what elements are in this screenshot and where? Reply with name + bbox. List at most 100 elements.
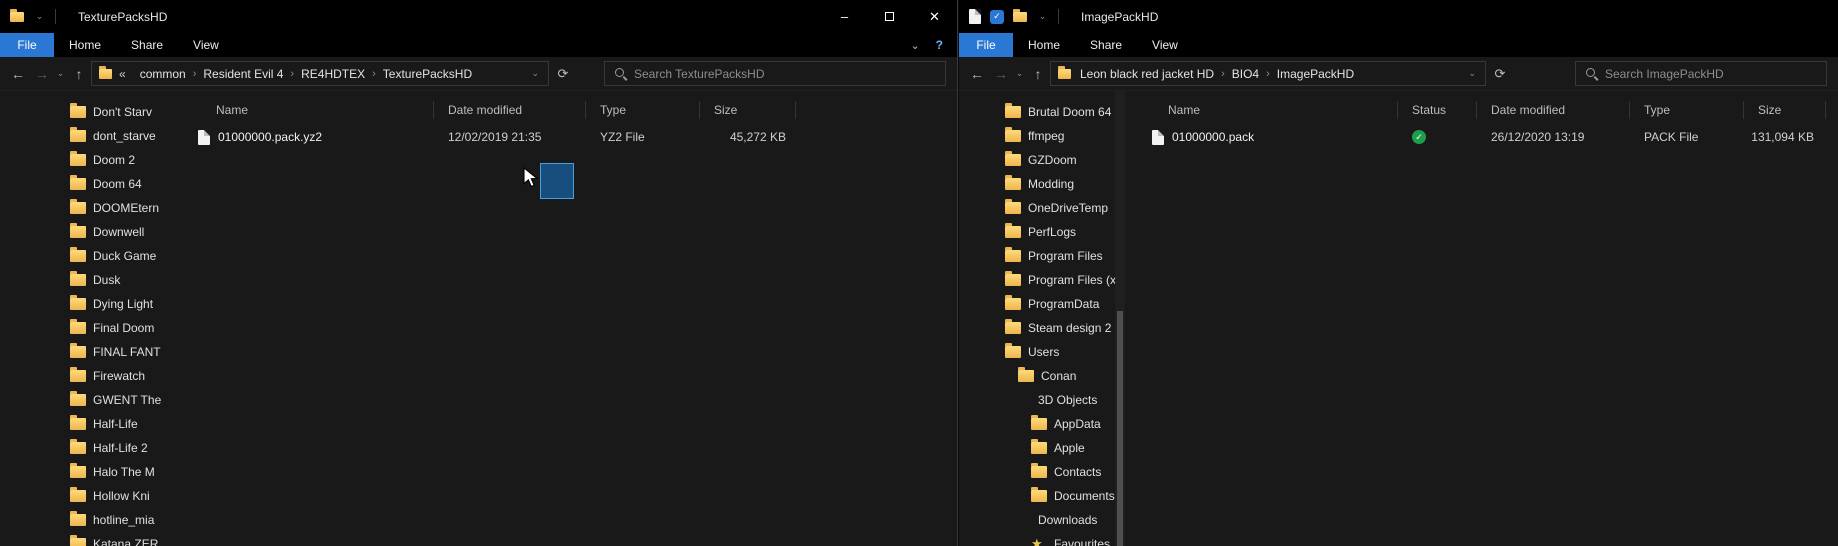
tree-folder-item[interactable]: Half-Life bbox=[0, 412, 176, 436]
refresh-button[interactable]: ⟳ bbox=[1488, 62, 1512, 86]
breadcrumb-segment[interactable]: TexturePacksHD bbox=[376, 67, 479, 81]
search-input[interactable] bbox=[1605, 66, 1817, 81]
tree-folder-item[interactable]: Don't Starv bbox=[0, 100, 176, 124]
back-button[interactable]: ← bbox=[6, 62, 30, 86]
tree-folder-item[interactable]: ffmpeg bbox=[959, 124, 1125, 148]
tree-folder-item[interactable]: Documents bbox=[959, 484, 1125, 508]
column-header-type[interactable]: Type bbox=[586, 101, 700, 119]
breadcrumb-overflow-icon[interactable]: « bbox=[114, 67, 131, 81]
maximize-button[interactable] bbox=[867, 0, 912, 33]
breadcrumb[interactable]: « commonResident Evil 4 RE4HDTEX TexturePa… bbox=[91, 61, 549, 86]
tree-folder-item[interactable]: Dying Light bbox=[0, 292, 176, 316]
tree-folder-item[interactable]: Downwell bbox=[0, 220, 176, 244]
tree-folder-item[interactable]: Modding bbox=[959, 172, 1125, 196]
file-type: YZ2 File bbox=[600, 130, 645, 144]
tree-folder-item[interactable]: Favourites bbox=[959, 532, 1125, 546]
desktop: ⌄ TexturePacksHD – ✕ File Home Share Vie… bbox=[0, 0, 1838, 546]
tree-folder-item[interactable]: Katana ZER bbox=[0, 532, 176, 546]
column-header-size[interactable]: Size bbox=[1744, 101, 1826, 119]
tree-folder-item[interactable]: Program Files bbox=[959, 244, 1125, 268]
folder-icon bbox=[70, 367, 86, 382]
search-box[interactable] bbox=[1575, 61, 1827, 86]
column-header-date-modified[interactable]: Date modified bbox=[1477, 101, 1630, 119]
tree-folder-item[interactable]: Firewatch bbox=[0, 364, 176, 388]
file-row[interactable]: 01000000.pack ✓ 26/12/2020 13:19 PACK Fi… bbox=[1144, 123, 1838, 151]
column-header-name[interactable]: Name bbox=[1144, 101, 1398, 119]
address-dropdown-icon[interactable]: ⌄ bbox=[527, 68, 543, 79]
folder-icon bbox=[1005, 127, 1021, 142]
tree-folder-item[interactable]: GWENT The bbox=[0, 388, 176, 412]
close-button[interactable]: ✕ bbox=[912, 0, 957, 33]
file-menu-button[interactable]: File bbox=[959, 33, 1013, 57]
tree-folder-item[interactable]: Hollow Kni bbox=[0, 484, 176, 508]
file-menu-button[interactable]: File bbox=[0, 33, 54, 57]
breadcrumb-segment[interactable]: common bbox=[133, 67, 193, 81]
refresh-button[interactable]: ⟳ bbox=[551, 62, 575, 86]
tree-folder-item[interactable]: AppData bbox=[959, 412, 1125, 436]
back-button[interactable]: ← bbox=[965, 62, 989, 86]
tree-folder-item[interactable]: DOOMEtern bbox=[0, 196, 176, 220]
column-header-date-modified[interactable]: Date modified bbox=[434, 101, 586, 119]
recent-locations-chevron-icon[interactable]: ⌄ bbox=[54, 62, 67, 86]
breadcrumb-segment[interactable]: BIO4 bbox=[1225, 67, 1266, 81]
file-row[interactable]: 01000000.pack.yz2 12/02/2019 21:35 YZ2 F… bbox=[190, 123, 957, 151]
breadcrumb[interactable]: Leon black red jacket HDBIO4ImagePackHD … bbox=[1050, 61, 1486, 86]
file-list-pane: Name Date modified Type Size 01000000.pa… bbox=[190, 91, 957, 546]
tree-folder-item[interactable]: Steam design 2 bbox=[959, 316, 1125, 340]
tree-folder-item[interactable]: 3D Objects bbox=[959, 388, 1125, 412]
up-button[interactable]: ↑ bbox=[67, 62, 91, 86]
breadcrumb-segment[interactable]: RE4HDTEX bbox=[294, 67, 372, 81]
column-header-name[interactable]: Name bbox=[190, 101, 434, 119]
search-input[interactable] bbox=[634, 66, 936, 81]
tab-home[interactable]: Home bbox=[1013, 33, 1075, 57]
search-box[interactable] bbox=[604, 61, 946, 86]
tree-folder-item[interactable]: hotline_mia bbox=[0, 508, 176, 532]
tree-folder-item[interactable]: Conan bbox=[959, 364, 1125, 388]
expand-ribbon-icon[interactable]: ⌄ bbox=[910, 39, 919, 52]
column-header-size[interactable]: Size bbox=[700, 101, 796, 119]
tree-folder-item[interactable]: Duck Game bbox=[0, 244, 176, 268]
tree-folder-item[interactable]: Brutal Doom 64 bbox=[959, 100, 1125, 124]
tree-folder-item[interactable]: Halo The M bbox=[0, 460, 176, 484]
up-button[interactable]: ↑ bbox=[1026, 62, 1050, 86]
quick-access-chevron-icon[interactable]: ⌄ bbox=[1036, 5, 1049, 29]
tree-folder-item[interactable]: Program Files (x bbox=[959, 268, 1125, 292]
tree-folder-item[interactable]: ProgramData bbox=[959, 292, 1125, 316]
forward-button[interactable]: → bbox=[989, 62, 1013, 86]
tree-folder-item[interactable]: Half-Life 2 bbox=[0, 436, 176, 460]
tree-folder-item[interactable]: Dusk bbox=[0, 268, 176, 292]
tree-folder-item[interactable]: GZDoom bbox=[959, 148, 1125, 172]
quick-access-chevron-icon[interactable]: ⌄ bbox=[33, 5, 46, 29]
tab-view[interactable]: View bbox=[1137, 33, 1193, 57]
breadcrumb-segment[interactable]: Leon black red jacket HD bbox=[1073, 67, 1221, 81]
tree-folder-item[interactable]: Doom 2 bbox=[0, 148, 176, 172]
tree-folder-item[interactable]: Contacts bbox=[959, 460, 1125, 484]
tab-home[interactable]: Home bbox=[54, 33, 116, 57]
forward-button[interactable]: → bbox=[30, 62, 54, 86]
tree-folder-item[interactable]: Downloads bbox=[959, 508, 1125, 532]
scrollbar-thumb[interactable] bbox=[1117, 311, 1123, 546]
breadcrumb-segment[interactable]: Resident Evil 4 bbox=[196, 67, 290, 81]
tree-folder-item[interactable]: Apple bbox=[959, 436, 1125, 460]
tab-share[interactable]: Share bbox=[116, 33, 178, 57]
tree-folder-item[interactable]: Final Doom bbox=[0, 316, 176, 340]
recent-locations-chevron-icon[interactable]: ⌄ bbox=[1013, 62, 1026, 86]
help-icon[interactable]: ? bbox=[936, 38, 943, 52]
tab-view[interactable]: View bbox=[178, 33, 234, 57]
address-dropdown-icon[interactable]: ⌄ bbox=[1464, 68, 1480, 79]
minimize-button[interactable]: – bbox=[822, 0, 867, 33]
folder-icon bbox=[1005, 271, 1021, 286]
tree-folder-item[interactable]: FINAL FANT bbox=[0, 340, 176, 364]
column-header-status[interactable]: Status bbox=[1398, 101, 1477, 119]
tab-share[interactable]: Share bbox=[1075, 33, 1137, 57]
tree-folder-item[interactable]: Doom 64 bbox=[0, 172, 176, 196]
tree-folder-item[interactable]: Users bbox=[959, 340, 1125, 364]
breadcrumb-segment[interactable]: ImagePackHD bbox=[1270, 67, 1361, 81]
tree-folder-item[interactable]: OneDriveTemp bbox=[959, 196, 1125, 220]
tree-folder-item[interactable]: dont_starve bbox=[0, 124, 176, 148]
column-header-type[interactable]: Type bbox=[1630, 101, 1744, 119]
column-headers: Name Status Date modified Type Size bbox=[1144, 97, 1838, 123]
tree-folder-item[interactable]: PerfLogs bbox=[959, 220, 1125, 244]
navigation-pane: Don't Starv dont_starve Doom 2 Doom 64 D… bbox=[0, 91, 176, 546]
sidebar-scrollbar[interactable] bbox=[1115, 91, 1125, 546]
